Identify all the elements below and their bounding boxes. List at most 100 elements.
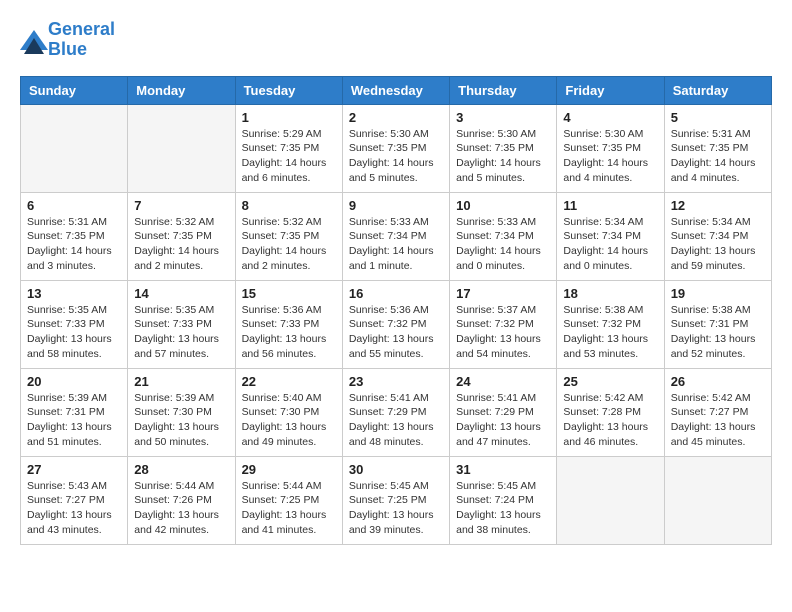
day-number: 23 <box>349 374 443 389</box>
day-number: 18 <box>563 286 657 301</box>
day-info: Sunrise: 5:36 AM Sunset: 7:33 PM Dayligh… <box>242 303 336 362</box>
day-info: Sunrise: 5:43 AM Sunset: 7:27 PM Dayligh… <box>27 479 121 538</box>
day-number: 11 <box>563 198 657 213</box>
calendar-cell: 27 Sunrise: 5:43 AM Sunset: 7:27 PM Dayli… <box>21 456 128 544</box>
calendar-cell: 19Sunrise: 5:38 AM Sunset: 7:31 PM Dayli… <box>664 280 771 368</box>
calendar-cell: 2 Sunrise: 5:30 AM Sunset: 7:35 PM Daylig… <box>342 104 449 192</box>
day-number: 22 <box>242 374 336 389</box>
day-info: Sunrise: 5:29 AM Sunset: 7:35 PM Dayligh… <box>242 127 336 186</box>
calendar-cell: 8 Sunrise: 5:32 AM Sunset: 7:35 PM Daylig… <box>235 192 342 280</box>
day-info: Sunrise: 5:30 AM Sunset: 7:35 PM Dayligh… <box>563 127 657 186</box>
weekday-header-wednesday: Wednesday <box>342 76 449 104</box>
day-info: Sunrise: 5:36 AM Sunset: 7:32 PM Dayligh… <box>349 303 443 362</box>
calendar-cell: 26 Sunrise: 5:42 AM Sunset: 7:27 PM Dayli… <box>664 368 771 456</box>
day-info: Sunrise: 5:39 AM Sunset: 7:30 PM Dayligh… <box>134 391 228 450</box>
calendar-cell: 1 Sunrise: 5:29 AM Sunset: 7:35 PM Daylig… <box>235 104 342 192</box>
calendar-cell: 5 Sunrise: 5:31 AM Sunset: 7:35 PM Daylig… <box>664 104 771 192</box>
day-info: Sunrise: 5:31 AM Sunset: 7:35 PM Dayligh… <box>27 215 121 274</box>
weekday-header-saturday: Saturday <box>664 76 771 104</box>
day-info: Sunrise: 5:42 AM Sunset: 7:27 PM Dayligh… <box>671 391 765 450</box>
day-info: Sunrise: 5:33 AM Sunset: 7:34 PM Dayligh… <box>349 215 443 274</box>
calendar-cell: 28 Sunrise: 5:44 AM Sunset: 7:26 PM Dayli… <box>128 456 235 544</box>
logo-icon <box>20 30 44 50</box>
calendar-cell: 30Sunrise: 5:45 AM Sunset: 7:25 PM Dayli… <box>342 456 449 544</box>
weekday-header-monday: Monday <box>128 76 235 104</box>
day-info: Sunrise: 5:44 AM Sunset: 7:26 PM Dayligh… <box>134 479 228 538</box>
day-info: Sunrise: 5:45 AM Sunset: 7:24 PM Dayligh… <box>456 479 550 538</box>
day-number: 12 <box>671 198 765 213</box>
day-info: Sunrise: 5:30 AM Sunset: 7:35 PM Dayligh… <box>456 127 550 186</box>
day-info: Sunrise: 5:37 AM Sunset: 7:32 PM Dayligh… <box>456 303 550 362</box>
day-number: 27 <box>27 462 121 477</box>
calendar-cell: 4 Sunrise: 5:30 AM Sunset: 7:35 PM Daylig… <box>557 104 664 192</box>
day-number: 7 <box>134 198 228 213</box>
day-number: 16 <box>349 286 443 301</box>
calendar-cell: 10 Sunrise: 5:33 AM Sunset: 7:34 PM Dayli… <box>450 192 557 280</box>
calendar-cell: 17Sunrise: 5:37 AM Sunset: 7:32 PM Dayli… <box>450 280 557 368</box>
day-info: Sunrise: 5:34 AM Sunset: 7:34 PM Dayligh… <box>671 215 765 274</box>
day-info: Sunrise: 5:33 AM Sunset: 7:34 PM Dayligh… <box>456 215 550 274</box>
weekday-header-tuesday: Tuesday <box>235 76 342 104</box>
calendar-cell: 16 Sunrise: 5:36 AM Sunset: 7:32 PM Dayli… <box>342 280 449 368</box>
day-number: 9 <box>349 198 443 213</box>
weekday-header-sunday: Sunday <box>21 76 128 104</box>
day-info: Sunrise: 5:40 AM Sunset: 7:30 PM Dayligh… <box>242 391 336 450</box>
calendar-table: SundayMondayTuesdayWednesdayThursdayFrid… <box>20 76 772 545</box>
day-number: 5 <box>671 110 765 125</box>
calendar-cell <box>664 456 771 544</box>
day-number: 4 <box>563 110 657 125</box>
day-info: Sunrise: 5:45 AM Sunset: 7:25 PM Dayligh… <box>349 479 443 538</box>
calendar-cell: 14Sunrise: 5:35 AM Sunset: 7:33 PM Dayli… <box>128 280 235 368</box>
calendar-cell <box>21 104 128 192</box>
week-row-5: 27 Sunrise: 5:43 AM Sunset: 7:27 PM Dayli… <box>21 456 772 544</box>
day-info: Sunrise: 5:31 AM Sunset: 7:35 PM Dayligh… <box>671 127 765 186</box>
day-info: Sunrise: 5:42 AM Sunset: 7:28 PM Dayligh… <box>563 391 657 450</box>
day-number: 26 <box>671 374 765 389</box>
logo: General Blue <box>20 20 115 60</box>
day-info: Sunrise: 5:38 AM Sunset: 7:32 PM Dayligh… <box>563 303 657 362</box>
calendar-cell: 12 Sunrise: 5:34 AM Sunset: 7:34 PM Dayli… <box>664 192 771 280</box>
calendar-cell: 13 Sunrise: 5:35 AM Sunset: 7:33 PM Dayli… <box>21 280 128 368</box>
day-number: 6 <box>27 198 121 213</box>
calendar-cell <box>557 456 664 544</box>
day-number: 13 <box>27 286 121 301</box>
calendar-cell: 3 Sunrise: 5:30 AM Sunset: 7:35 PM Daylig… <box>450 104 557 192</box>
day-number: 2 <box>349 110 443 125</box>
logo-text: General Blue <box>48 20 115 60</box>
calendar-cell: 29 Sunrise: 5:44 AM Sunset: 7:25 PM Dayli… <box>235 456 342 544</box>
calendar-cell <box>128 104 235 192</box>
calendar-cell: 23 Sunrise: 5:41 AM Sunset: 7:29 PM Dayli… <box>342 368 449 456</box>
day-info: Sunrise: 5:41 AM Sunset: 7:29 PM Dayligh… <box>456 391 550 450</box>
day-info: Sunrise: 5:30 AM Sunset: 7:35 PM Dayligh… <box>349 127 443 186</box>
weekday-header-thursday: Thursday <box>450 76 557 104</box>
day-info: Sunrise: 5:38 AM Sunset: 7:31 PM Dayligh… <box>671 303 765 362</box>
day-info: Sunrise: 5:32 AM Sunset: 7:35 PM Dayligh… <box>242 215 336 274</box>
calendar-cell: 24Sunrise: 5:41 AM Sunset: 7:29 PM Dayli… <box>450 368 557 456</box>
calendar-cell: 22 Sunrise: 5:40 AM Sunset: 7:30 PM Dayli… <box>235 368 342 456</box>
day-number: 10 <box>456 198 550 213</box>
day-info: Sunrise: 5:44 AM Sunset: 7:25 PM Dayligh… <box>242 479 336 538</box>
day-info: Sunrise: 5:39 AM Sunset: 7:31 PM Dayligh… <box>27 391 121 450</box>
day-number: 28 <box>134 462 228 477</box>
calendar-cell: 6 Sunrise: 5:31 AM Sunset: 7:35 PM Daylig… <box>21 192 128 280</box>
week-row-2: 6 Sunrise: 5:31 AM Sunset: 7:35 PM Daylig… <box>21 192 772 280</box>
day-number: 29 <box>242 462 336 477</box>
day-number: 3 <box>456 110 550 125</box>
day-number: 14 <box>134 286 228 301</box>
calendar-cell: 9 Sunrise: 5:33 AM Sunset: 7:34 PM Daylig… <box>342 192 449 280</box>
day-number: 20 <box>27 374 121 389</box>
day-info: Sunrise: 5:35 AM Sunset: 7:33 PM Dayligh… <box>27 303 121 362</box>
day-info: Sunrise: 5:34 AM Sunset: 7:34 PM Dayligh… <box>563 215 657 274</box>
calendar-cell: 31Sunrise: 5:45 AM Sunset: 7:24 PM Dayli… <box>450 456 557 544</box>
calendar-cell: 25Sunrise: 5:42 AM Sunset: 7:28 PM Dayli… <box>557 368 664 456</box>
week-row-4: 20 Sunrise: 5:39 AM Sunset: 7:31 PM Dayli… <box>21 368 772 456</box>
day-number: 21 <box>134 374 228 389</box>
week-row-3: 13 Sunrise: 5:35 AM Sunset: 7:33 PM Dayli… <box>21 280 772 368</box>
calendar-cell: 15Sunrise: 5:36 AM Sunset: 7:33 PM Dayli… <box>235 280 342 368</box>
calendar-cell: 20 Sunrise: 5:39 AM Sunset: 7:31 PM Dayli… <box>21 368 128 456</box>
day-number: 8 <box>242 198 336 213</box>
day-info: Sunrise: 5:41 AM Sunset: 7:29 PM Dayligh… <box>349 391 443 450</box>
calendar-cell: 18 Sunrise: 5:38 AM Sunset: 7:32 PM Dayli… <box>557 280 664 368</box>
calendar-cell: 21 Sunrise: 5:39 AM Sunset: 7:30 PM Dayli… <box>128 368 235 456</box>
day-number: 1 <box>242 110 336 125</box>
